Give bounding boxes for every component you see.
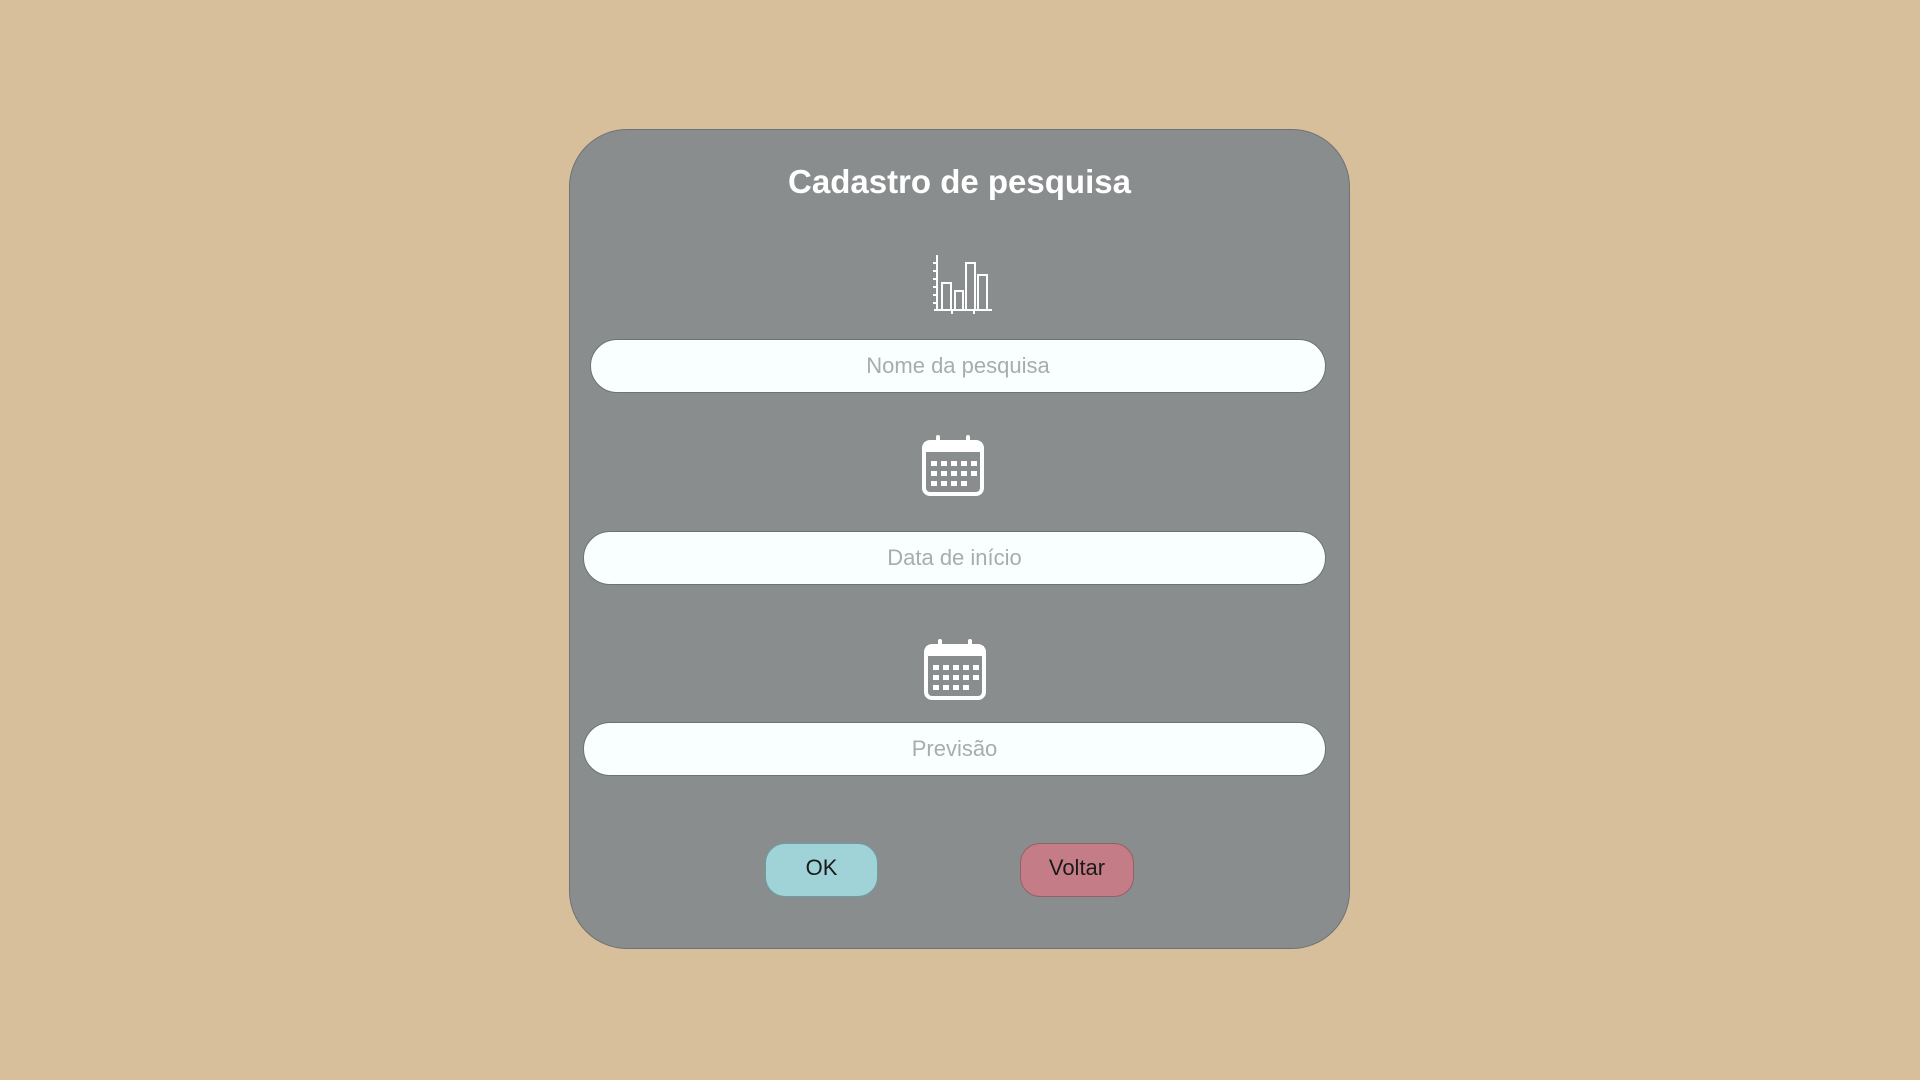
research-name-input[interactable] bbox=[590, 339, 1326, 393]
page-title: Cadastro de pesquisa bbox=[788, 163, 1131, 200]
calendar-icon bbox=[922, 435, 984, 496]
back-button[interactable]: Voltar bbox=[1020, 843, 1134, 897]
calendar-icon bbox=[924, 639, 986, 700]
start-date-input[interactable] bbox=[583, 531, 1326, 585]
form-card: Cadastro de pesquisa Nome da pesquisa Da… bbox=[569, 129, 1350, 949]
forecast-date-input[interactable] bbox=[583, 722, 1326, 776]
ok-button[interactable]: OK bbox=[765, 843, 878, 897]
bar-chart-icon bbox=[933, 255, 992, 314]
